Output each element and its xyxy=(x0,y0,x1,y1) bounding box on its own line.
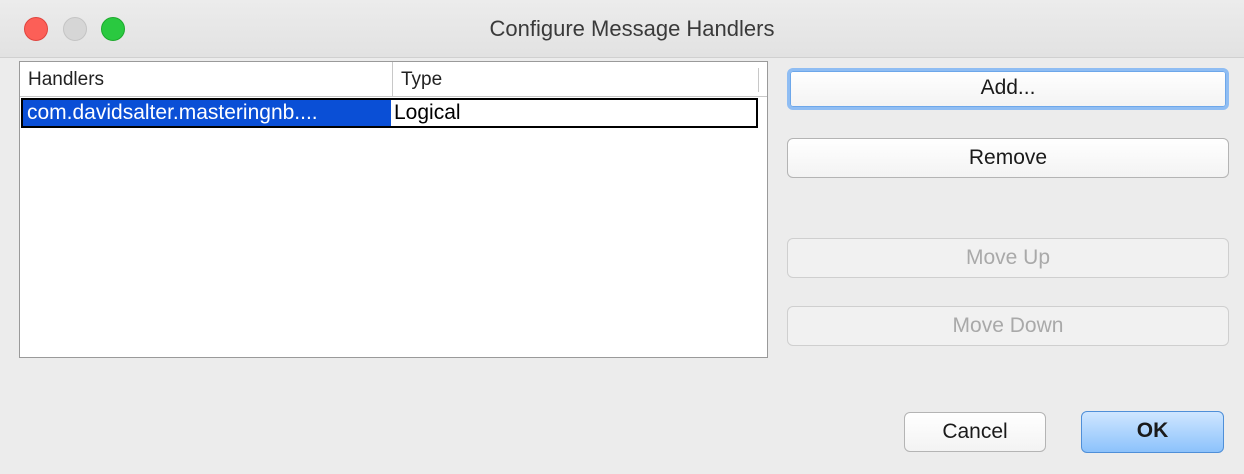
add-button[interactable]: Add... xyxy=(787,68,1229,110)
table-header: Handlers Type xyxy=(20,62,767,97)
handler-cell[interactable]: com.davidsalter.masteringnb.... xyxy=(23,100,391,126)
handlers-table[interactable]: Handlers Type com.davidsalter.masteringn… xyxy=(19,61,768,358)
column-header-type[interactable]: Type xyxy=(392,62,758,97)
column-divider xyxy=(758,68,759,92)
dialog-window: Configure Message Handlers Handlers Type… xyxy=(0,0,1244,474)
window-title: Configure Message Handlers xyxy=(489,16,775,41)
cancel-button[interactable]: Cancel xyxy=(904,412,1046,452)
title-bar[interactable]: Configure Message Handlers xyxy=(0,0,1244,58)
table-row[interactable]: com.davidsalter.masteringnb.... Logical xyxy=(21,98,758,128)
move-up-button[interactable]: Move Up xyxy=(787,238,1229,278)
ok-button[interactable]: OK xyxy=(1081,411,1224,453)
type-cell[interactable]: Logical xyxy=(392,100,756,126)
remove-button[interactable]: Remove xyxy=(787,138,1229,178)
column-header-handlers[interactable]: Handlers xyxy=(20,62,392,97)
move-down-button[interactable]: Move Down xyxy=(787,306,1229,346)
